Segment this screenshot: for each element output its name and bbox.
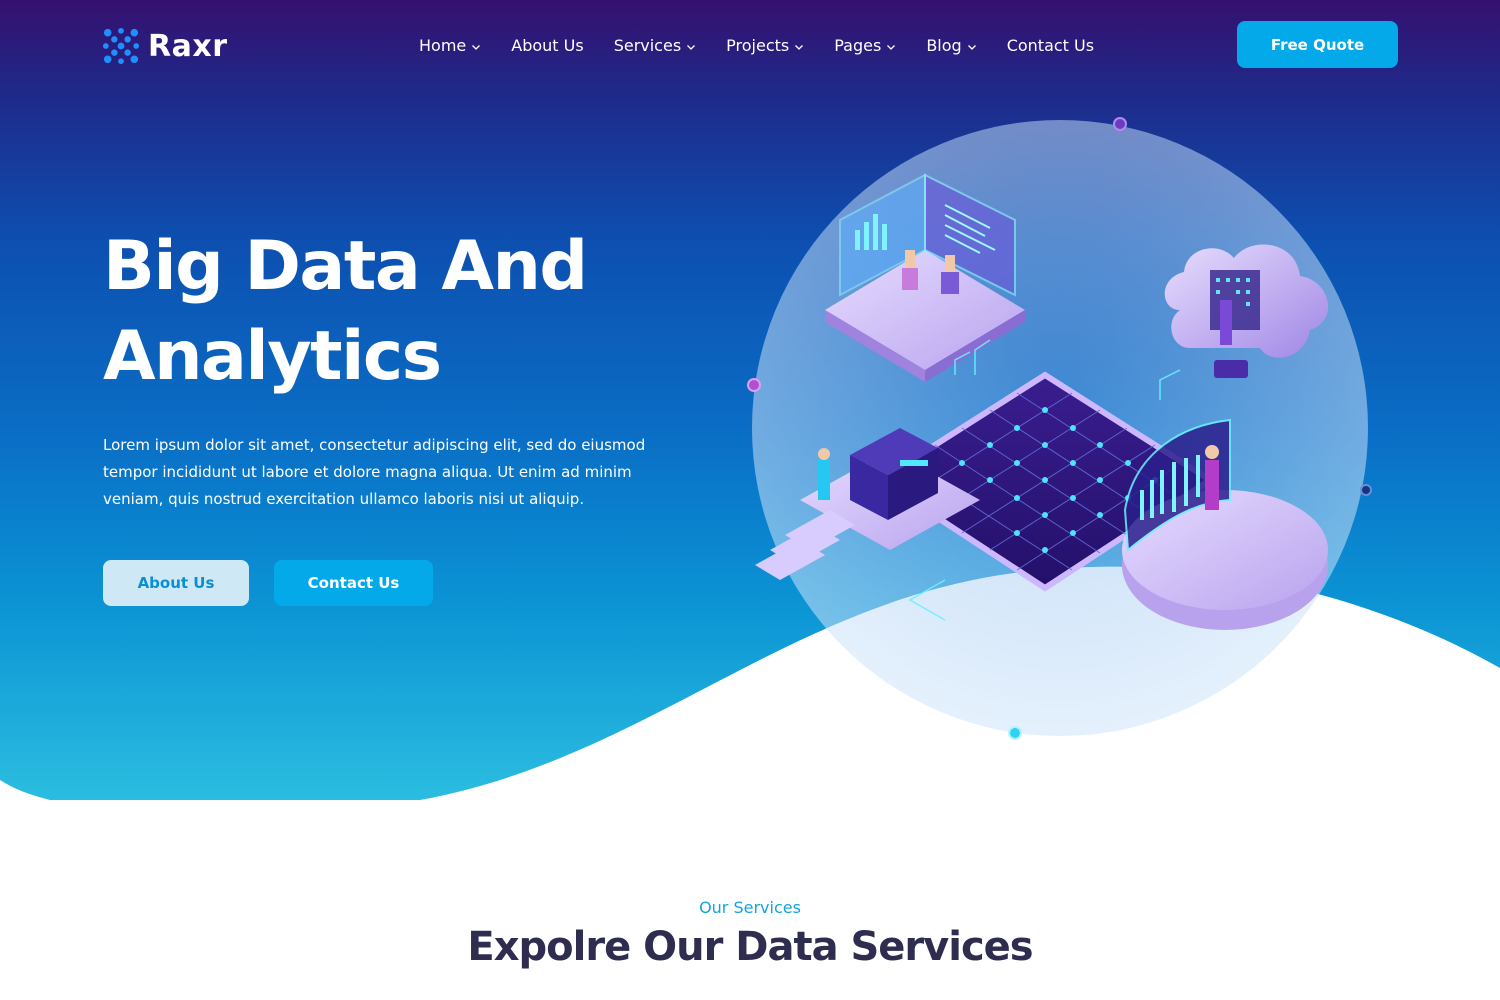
brand-logo[interactable]: Raxr: [102, 27, 228, 65]
nav-item-label: Home: [419, 36, 467, 55]
chevron-down-icon: [687, 44, 696, 50]
hero-title-line-1: Big Data And: [103, 227, 588, 306]
chevron-down-icon: [472, 44, 481, 50]
nav-item-blog[interactable]: Blog: [926, 36, 976, 55]
hero-title: Big Data And Analytics: [103, 222, 623, 402]
nav-item-label: Services: [613, 36, 682, 55]
nav-item-label: Projects: [726, 36, 790, 55]
services-kicker: Our Services: [699, 898, 801, 917]
nav-item-pages[interactable]: Pages: [834, 36, 896, 55]
nav-item-label: Contact Us: [1006, 36, 1095, 55]
hero-description: Lorem ipsum dolor sit amet, consectetur …: [103, 436, 646, 508]
chevron-down-icon: [795, 44, 804, 50]
main-nav: Home About Us Services Projects Pages Bl…: [419, 36, 1094, 55]
hero-section: Raxr Home About Us Services Projects Pag…: [0, 0, 1500, 800]
nav-item-about[interactable]: About Us: [511, 36, 583, 55]
contact-us-button[interactable]: Contact Us: [274, 560, 433, 606]
nav-item-home[interactable]: Home: [419, 36, 481, 55]
chevron-down-icon: [887, 44, 896, 50]
nav-item-projects[interactable]: Projects: [726, 36, 804, 55]
brand-name: Raxr: [148, 28, 228, 64]
hero-title-line-2: Analytics: [103, 317, 442, 396]
nav-item-label: Blog: [926, 36, 962, 55]
isometric-data-center-illustration: [747, 117, 1372, 740]
about-us-button[interactable]: About Us: [103, 560, 249, 606]
free-quote-button[interactable]: Free Quote: [1237, 21, 1398, 68]
molecule-x-icon: [102, 27, 140, 65]
nav-item-services[interactable]: Services: [614, 36, 696, 55]
nav-item-label: Pages: [834, 36, 882, 55]
nav-item-contact[interactable]: Contact Us: [1007, 36, 1094, 55]
nav-item-label: About Us: [511, 36, 584, 55]
services-title: Expolre Our Data Services: [467, 924, 1033, 970]
chevron-down-icon: [967, 44, 976, 50]
